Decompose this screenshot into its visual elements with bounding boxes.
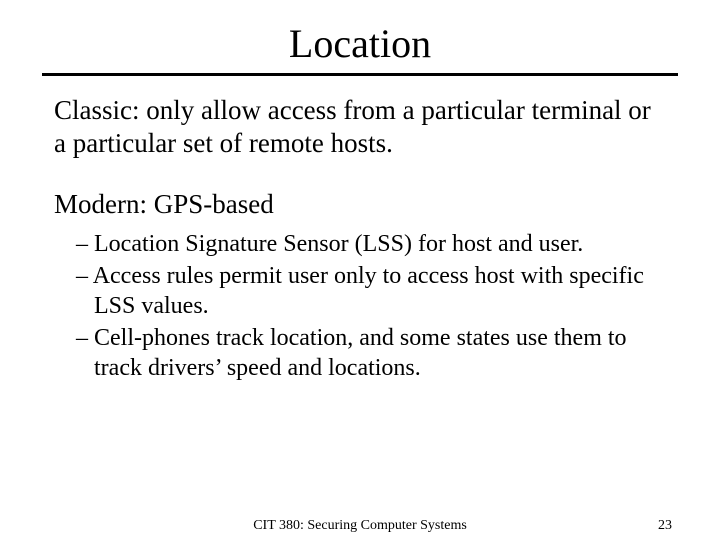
paragraph-classic: Classic: only allow access from a partic… bbox=[54, 94, 666, 160]
slide: Location Classic: only allow access from… bbox=[0, 0, 720, 540]
list-item: Access rules permit user only to access … bbox=[76, 261, 666, 321]
slide-body: Classic: only allow access from a partic… bbox=[0, 76, 720, 383]
slide-title: Location bbox=[0, 0, 720, 73]
bullet-list: Location Signature Sensor (LSS) for host… bbox=[54, 229, 666, 383]
footer-course: CIT 380: Securing Computer Systems bbox=[0, 518, 720, 534]
list-item: Location Signature Sensor (LSS) for host… bbox=[76, 229, 666, 259]
list-item: Cell-phones track location, and some sta… bbox=[76, 323, 666, 383]
footer-page-number: 23 bbox=[658, 518, 672, 534]
paragraph-modern-heading: Modern: GPS-based bbox=[54, 188, 666, 221]
